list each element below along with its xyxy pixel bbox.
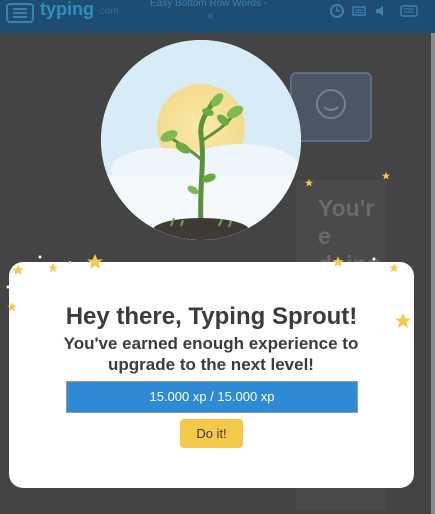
- top-navigation-bar: typing .com Easy Bottom Row Words - II: [0, 0, 435, 33]
- keyboard-icon[interactable]: [352, 4, 366, 18]
- xp-progress-bar: 15.000 xp / 15.000 xp: [66, 381, 358, 413]
- lesson-subtitle: II: [208, 12, 213, 21]
- xp-progress-label: 15.000 xp / 15.000 xp: [149, 389, 275, 404]
- brand-suffix: .com: [97, 6, 119, 17]
- settings-icon[interactable]: [400, 4, 418, 18]
- clock-icon[interactable]: [330, 4, 344, 18]
- modal-subtitle: You've earned enough experience to upgra…: [63, 334, 359, 374]
- lesson-illustration: [290, 72, 372, 142]
- brand-logo[interactable]: typing: [40, 0, 94, 20]
- speaker-icon[interactable]: [374, 4, 388, 18]
- modal-title: Hey there, Typing Sprout!: [65, 303, 358, 330]
- do-it-button[interactable]: Do it!: [180, 419, 243, 448]
- sprout-icon: [101, 40, 301, 240]
- lesson-title: Easy Bottom Row Words -: [150, 0, 268, 9]
- level-up-modal: [9, 262, 414, 488]
- sprout-illustration: [101, 40, 301, 240]
- menu-icon[interactable]: [6, 3, 34, 23]
- scrollbar[interactable]: [431, 33, 435, 514]
